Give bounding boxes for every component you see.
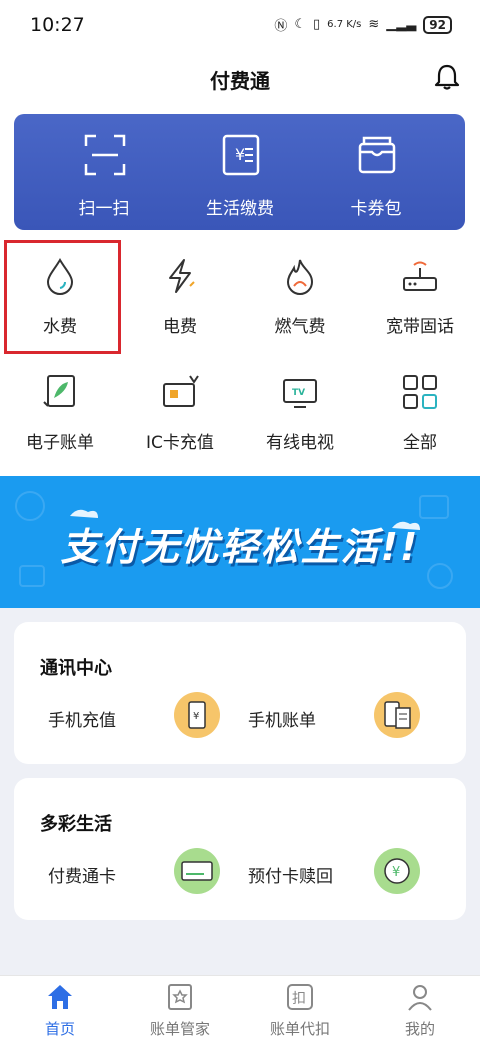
status-bar: 10:27 Ⓝ ☾ ▯ 6.7 K/s ≋ ▁▂▃ 92 xyxy=(0,0,480,52)
all-services-label: 全部 xyxy=(403,433,437,453)
phone-bill-label[interactable]: 手机账单 xyxy=(248,706,316,731)
e-bill-icon xyxy=(43,375,75,407)
network-speed: 6.7 K/s xyxy=(327,19,362,30)
card-redeem-label[interactable]: 预付卡赎回 xyxy=(248,862,333,887)
ic-card-button[interactable]: IC卡充值 xyxy=(120,356,240,472)
tab-auto-debit[interactable]: 扣 账单代扣 xyxy=(240,976,360,1040)
electricity-fee-label: 电费 xyxy=(163,317,197,337)
all-services-button[interactable]: 全部 xyxy=(360,356,480,472)
flame-icon xyxy=(286,259,314,295)
nfc-icon: Ⓝ xyxy=(274,19,288,34)
scan-label: 扫一扫 xyxy=(78,199,130,219)
status-icons: Ⓝ ☾ ▯ 6.7 K/s ≋ ▁▂▃ 92 xyxy=(274,15,452,34)
phone-topup-icon[interactable]: ¥ xyxy=(174,692,220,738)
battery-indicator: 92 xyxy=(423,15,452,34)
bottom-tab-bar: 首页 账单管家 扣 账单代扣 我的 xyxy=(0,975,480,1040)
page-title: 付费通 xyxy=(210,69,270,93)
svg-text:TV: TV xyxy=(292,388,305,398)
moon-icon: ☾ xyxy=(294,17,307,32)
bill-payment-button[interactable]: ¥ 生活缴费 xyxy=(165,114,315,230)
e-bill-label: 电子账单 xyxy=(26,433,94,453)
scan-button[interactable]: 扫一扫 xyxy=(29,114,179,230)
redeem-icon[interactable]: ¥ xyxy=(374,848,420,894)
tab-profile[interactable]: 我的 xyxy=(360,976,480,1040)
tab-home[interactable]: 首页 xyxy=(0,976,120,1040)
promo-banner[interactable]: 支付无忧轻松生活!! xyxy=(0,476,480,608)
tab-home-label: 首页 xyxy=(44,1020,75,1038)
profile-icon xyxy=(408,985,432,1011)
e-bill-button[interactable]: 电子账单 xyxy=(0,356,120,472)
grid-icon xyxy=(403,375,437,409)
ic-card-label: IC卡充值 xyxy=(146,433,214,453)
svg-text:¥: ¥ xyxy=(392,865,400,880)
router-icon xyxy=(403,261,437,291)
status-time: 10:27 xyxy=(30,14,85,36)
cable-tv-label: 有线电视 xyxy=(266,433,334,453)
vibrate-icon: ▯ xyxy=(313,17,321,32)
card-icon[interactable] xyxy=(174,848,220,894)
phone-bill-icon[interactable] xyxy=(374,692,420,738)
phone-topup-label[interactable]: 手机充值 xyxy=(48,706,116,731)
svg-text:¥: ¥ xyxy=(193,711,199,722)
app-header: 付费通 xyxy=(0,52,480,104)
banner-slogan: 支付无忧轻松生活!! xyxy=(60,525,420,569)
signal-icon: ▁▂▃ xyxy=(386,17,417,32)
tv-icon: TV xyxy=(283,379,317,408)
bell-icon[interactable] xyxy=(432,62,462,92)
quick-actions-card: 扫一扫 ¥ 生活缴费 卡券包 xyxy=(14,114,465,230)
telecom-center-card: 通讯中心 手机充值 ¥ 手机账单 xyxy=(14,622,466,764)
tab-bill-manager-label: 账单管家 xyxy=(149,1020,210,1038)
tab-bill-manager[interactable]: 账单管家 xyxy=(120,976,240,1040)
wallet-button[interactable]: 卡券包 xyxy=(301,114,451,230)
bill-icon: ¥ xyxy=(222,134,260,176)
tab-profile-label: 我的 xyxy=(404,1020,435,1038)
bill-payment-label: 生活缴费 xyxy=(206,199,274,219)
colorful-life-card: 多彩生活 付费通卡 预付卡赎回 ¥ xyxy=(14,778,466,920)
auto-debit-icon: 扣 xyxy=(287,984,313,1010)
tab-auto-debit-label: 账单代扣 xyxy=(269,1020,330,1038)
colorful-life-title: 多彩生活 xyxy=(40,814,112,835)
lightning-icon xyxy=(169,259,195,293)
telecom-center-title: 通讯中心 xyxy=(40,658,112,679)
bill-manager-icon xyxy=(168,984,192,1010)
gas-fee-label: 燃气费 xyxy=(274,317,326,337)
broadband-label: 宽带固话 xyxy=(386,317,454,337)
wallet-icon xyxy=(358,136,396,174)
electricity-fee-button[interactable]: 电费 xyxy=(120,240,240,356)
scan-icon xyxy=(84,134,126,176)
prepaid-card-label[interactable]: 付费通卡 xyxy=(48,862,116,887)
home-icon xyxy=(48,985,72,1009)
gas-fee-button[interactable]: 燃气费 xyxy=(240,240,360,356)
broadband-button[interactable]: 宽带固话 xyxy=(360,240,480,356)
wifi-icon: ≋ xyxy=(368,17,380,32)
wallet-label: 卡券包 xyxy=(350,199,402,219)
ic-card-icon xyxy=(163,375,199,407)
cable-tv-button[interactable]: TV 有线电视 xyxy=(240,356,360,472)
svg-text:扣: 扣 xyxy=(292,991,306,1007)
svg-text:¥: ¥ xyxy=(235,145,245,164)
water-fee-highlight xyxy=(4,240,121,354)
